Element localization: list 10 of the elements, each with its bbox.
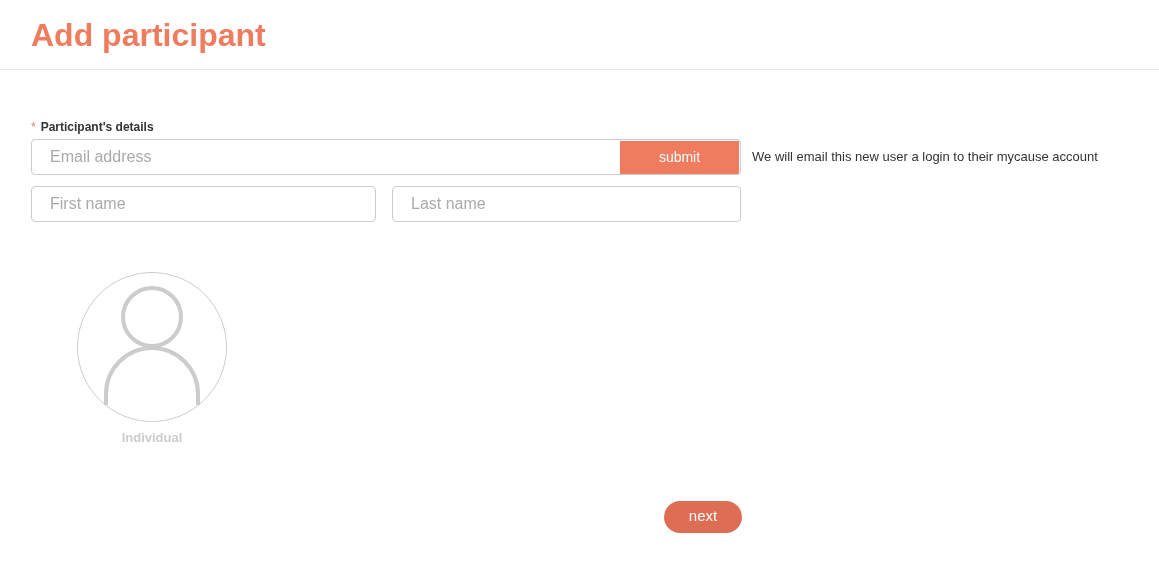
email-field[interactable]: Email address submit	[31, 139, 741, 175]
page-title: Add participant	[31, 18, 266, 51]
submit-button[interactable]: submit	[620, 140, 739, 174]
first-name-field[interactable]: First name	[31, 186, 376, 222]
email-note: We will email this new user a login to their mycause account	[752, 148, 1098, 167]
field-label: Participant's details	[40, 119, 154, 136]
person-avatar-icon[interactable]	[77, 272, 227, 422]
required-mark: *	[31, 119, 36, 136]
next-button[interactable]: next	[664, 500, 742, 533]
last-name-field[interactable]: Last name	[392, 186, 741, 222]
